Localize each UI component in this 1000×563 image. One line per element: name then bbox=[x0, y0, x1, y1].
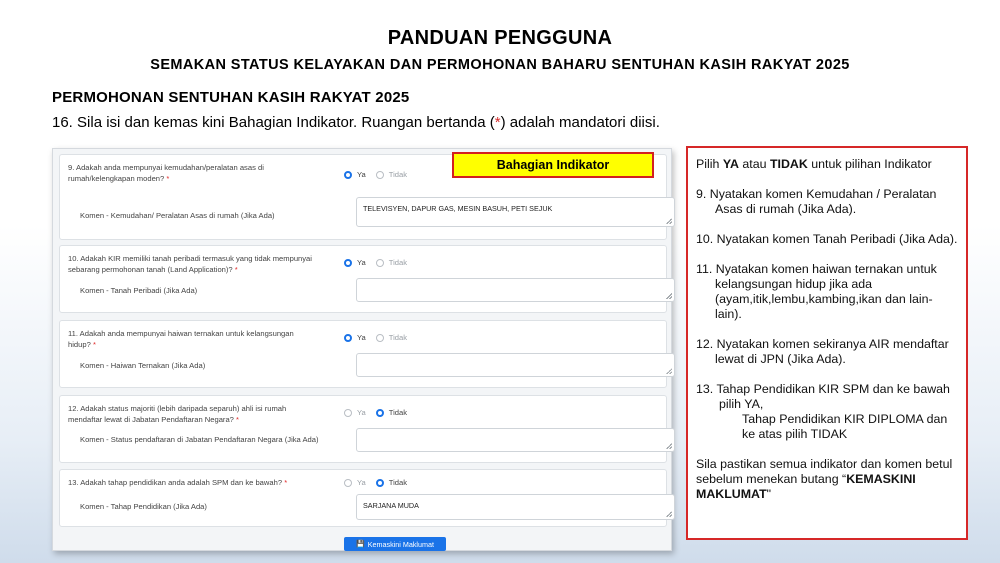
resize-grip-icon[interactable] bbox=[666, 368, 672, 374]
question-text: 9. Adakah anda mempunyai kemudahan/peral… bbox=[68, 163, 264, 183]
question-text: 13. Adakah tahap pendidikan anda adalah … bbox=[68, 478, 288, 487]
question-card-11: 11. Adakah anda mempunyai haiwan ternaka… bbox=[59, 320, 675, 388]
radio-group-9: Ya Tidak bbox=[344, 170, 417, 179]
slide-title: PANDUAN PENGGUNA bbox=[387, 27, 613, 49]
radio-tidak[interactable] bbox=[375, 408, 384, 417]
radio-ya-label[interactable]: Ya bbox=[357, 408, 366, 417]
radio-group-12: Ya Tidak bbox=[344, 408, 417, 417]
radio-ya-label[interactable]: Ya bbox=[357, 333, 366, 342]
comment-field-11[interactable] bbox=[356, 353, 675, 377]
resize-grip-icon[interactable] bbox=[666, 511, 672, 517]
bahagian-indikator-callout: Bahagian Indikator bbox=[452, 152, 654, 178]
kemaskini-maklumat-label: Kemaskini Maklumat bbox=[367, 539, 435, 549]
radio-ya-label[interactable]: Ya bbox=[357, 170, 366, 179]
panel-item-10: 10. Nyatakan komen Tanah Peribadi (Jika … bbox=[696, 232, 958, 246]
instructions-panel: Pilih YA atau TIDAK untuk pilihan Indika… bbox=[686, 146, 968, 540]
radio-group-10: Ya Tidak bbox=[344, 258, 417, 267]
question-card-12: 12. Adakah status majoriti (lebih daripa… bbox=[59, 395, 675, 463]
instruction-text: 16. Sila isi dan kemas kini Bahagian Ind… bbox=[52, 114, 660, 131]
radio-tidak-label[interactable]: Tidak bbox=[389, 478, 407, 487]
panel-item-13-line1: 13. Tahap Pendidikan KIR SPM dan ke bawa… bbox=[696, 382, 950, 411]
panel-item-13: 13. Tahap Pendidikan KIR SPM dan ke bawa… bbox=[696, 382, 958, 442]
comment-field-10[interactable] bbox=[356, 278, 675, 302]
radio-tidak[interactable] bbox=[375, 258, 384, 267]
comment-field-12[interactable] bbox=[356, 428, 675, 452]
radio-ya[interactable] bbox=[344, 478, 352, 487]
resize-grip-icon[interactable] bbox=[666, 443, 672, 449]
radio-ya[interactable] bbox=[344, 408, 352, 417]
radio-tidak-label[interactable]: Tidak bbox=[389, 258, 407, 267]
section-heading: PERMOHONAN SENTUHAN KASIH RAKYAT 2025 bbox=[52, 89, 410, 106]
kemaskini-maklumat-button[interactable]: 💾 Kemaskini Maklumat bbox=[344, 537, 446, 551]
question-text: 12. Adakah status majoriti (lebih daripa… bbox=[68, 404, 287, 424]
radio-tidak[interactable] bbox=[375, 333, 384, 342]
resize-grip-icon[interactable] bbox=[666, 218, 672, 224]
comment-label: Komen - Kemudahan/ Peralatan Asas di rum… bbox=[80, 211, 275, 220]
panel-item-9: 9. Nyatakan komen Kemudahan / Peralatan … bbox=[696, 187, 937, 216]
instruction-text-end: ) adalah mandatori diisi. bbox=[500, 114, 660, 131]
save-icon: 💾 bbox=[355, 541, 365, 548]
comment-label: Komen - Status pendaftaran di Jabatan Pe… bbox=[80, 435, 319, 444]
radio-ya-label[interactable]: Ya bbox=[357, 478, 366, 487]
indicator-form: 9. Adakah anda mempunyai kemudahan/peral… bbox=[52, 148, 675, 551]
question-card-10: 10. Adakah KIR memiliki tanah peribadi t… bbox=[59, 245, 675, 313]
radio-group-13: Ya Tidak bbox=[344, 478, 417, 487]
resize-grip-icon[interactable] bbox=[666, 293, 672, 299]
comment-label: Komen - Tahap Pendidikan (Jika Ada) bbox=[80, 502, 207, 511]
instruction-text-start: 16. Sila isi dan kemas kini Bahagian Ind… bbox=[52, 114, 495, 131]
comment-label: Komen - Tanah Peribadi (Jika Ada) bbox=[80, 286, 198, 295]
comment-field-9[interactable]: TELEVISYEN, DAPUR GAS, MESIN BASUH, PETI… bbox=[356, 197, 675, 227]
radio-tidak[interactable] bbox=[375, 478, 384, 487]
panel-item-11: 11. Nyatakan komen haiwan ternakan untuk… bbox=[696, 262, 937, 321]
comment-label: Komen - Haiwan Ternakan (Jika Ada) bbox=[80, 361, 206, 370]
radio-ya[interactable] bbox=[344, 258, 352, 267]
question-text: 11. Adakah anda mempunyai haiwan ternaka… bbox=[68, 329, 294, 349]
panel-item-12: 12. Nyatakan komen sekiranya AIR mendaft… bbox=[696, 337, 949, 366]
question-card-13: 13. Adakah tahap pendidikan anda adalah … bbox=[59, 469, 675, 527]
comment-field-13[interactable]: SARJANA MUDA bbox=[356, 494, 675, 520]
slide-subtitle: SEMAKAN STATUS KELAYAKAN DAN PERMOHONAN … bbox=[150, 57, 850, 73]
question-text: 10. Adakah KIR memiliki tanah peribadi t… bbox=[68, 254, 312, 274]
radio-tidak-label[interactable]: Tidak bbox=[389, 333, 407, 342]
radio-ya[interactable] bbox=[344, 333, 352, 342]
radio-ya-label[interactable]: Ya bbox=[357, 258, 366, 267]
radio-tidak-label[interactable]: Tidak bbox=[389, 170, 407, 179]
radio-ya[interactable] bbox=[344, 170, 352, 179]
radio-tidak[interactable] bbox=[375, 170, 384, 179]
panel-item-13-line2: Tahap Pendidikan KIR DIPLOMA dan ke atas… bbox=[742, 412, 948, 441]
panel-closing: Sila pastikan semua indikator dan komen … bbox=[696, 457, 953, 501]
radio-group-11: Ya Tidak bbox=[344, 333, 417, 342]
panel-intro: Pilih YA atau TIDAK untuk pilihan Indika… bbox=[696, 157, 932, 171]
radio-tidak-label[interactable]: Tidak bbox=[389, 408, 407, 417]
